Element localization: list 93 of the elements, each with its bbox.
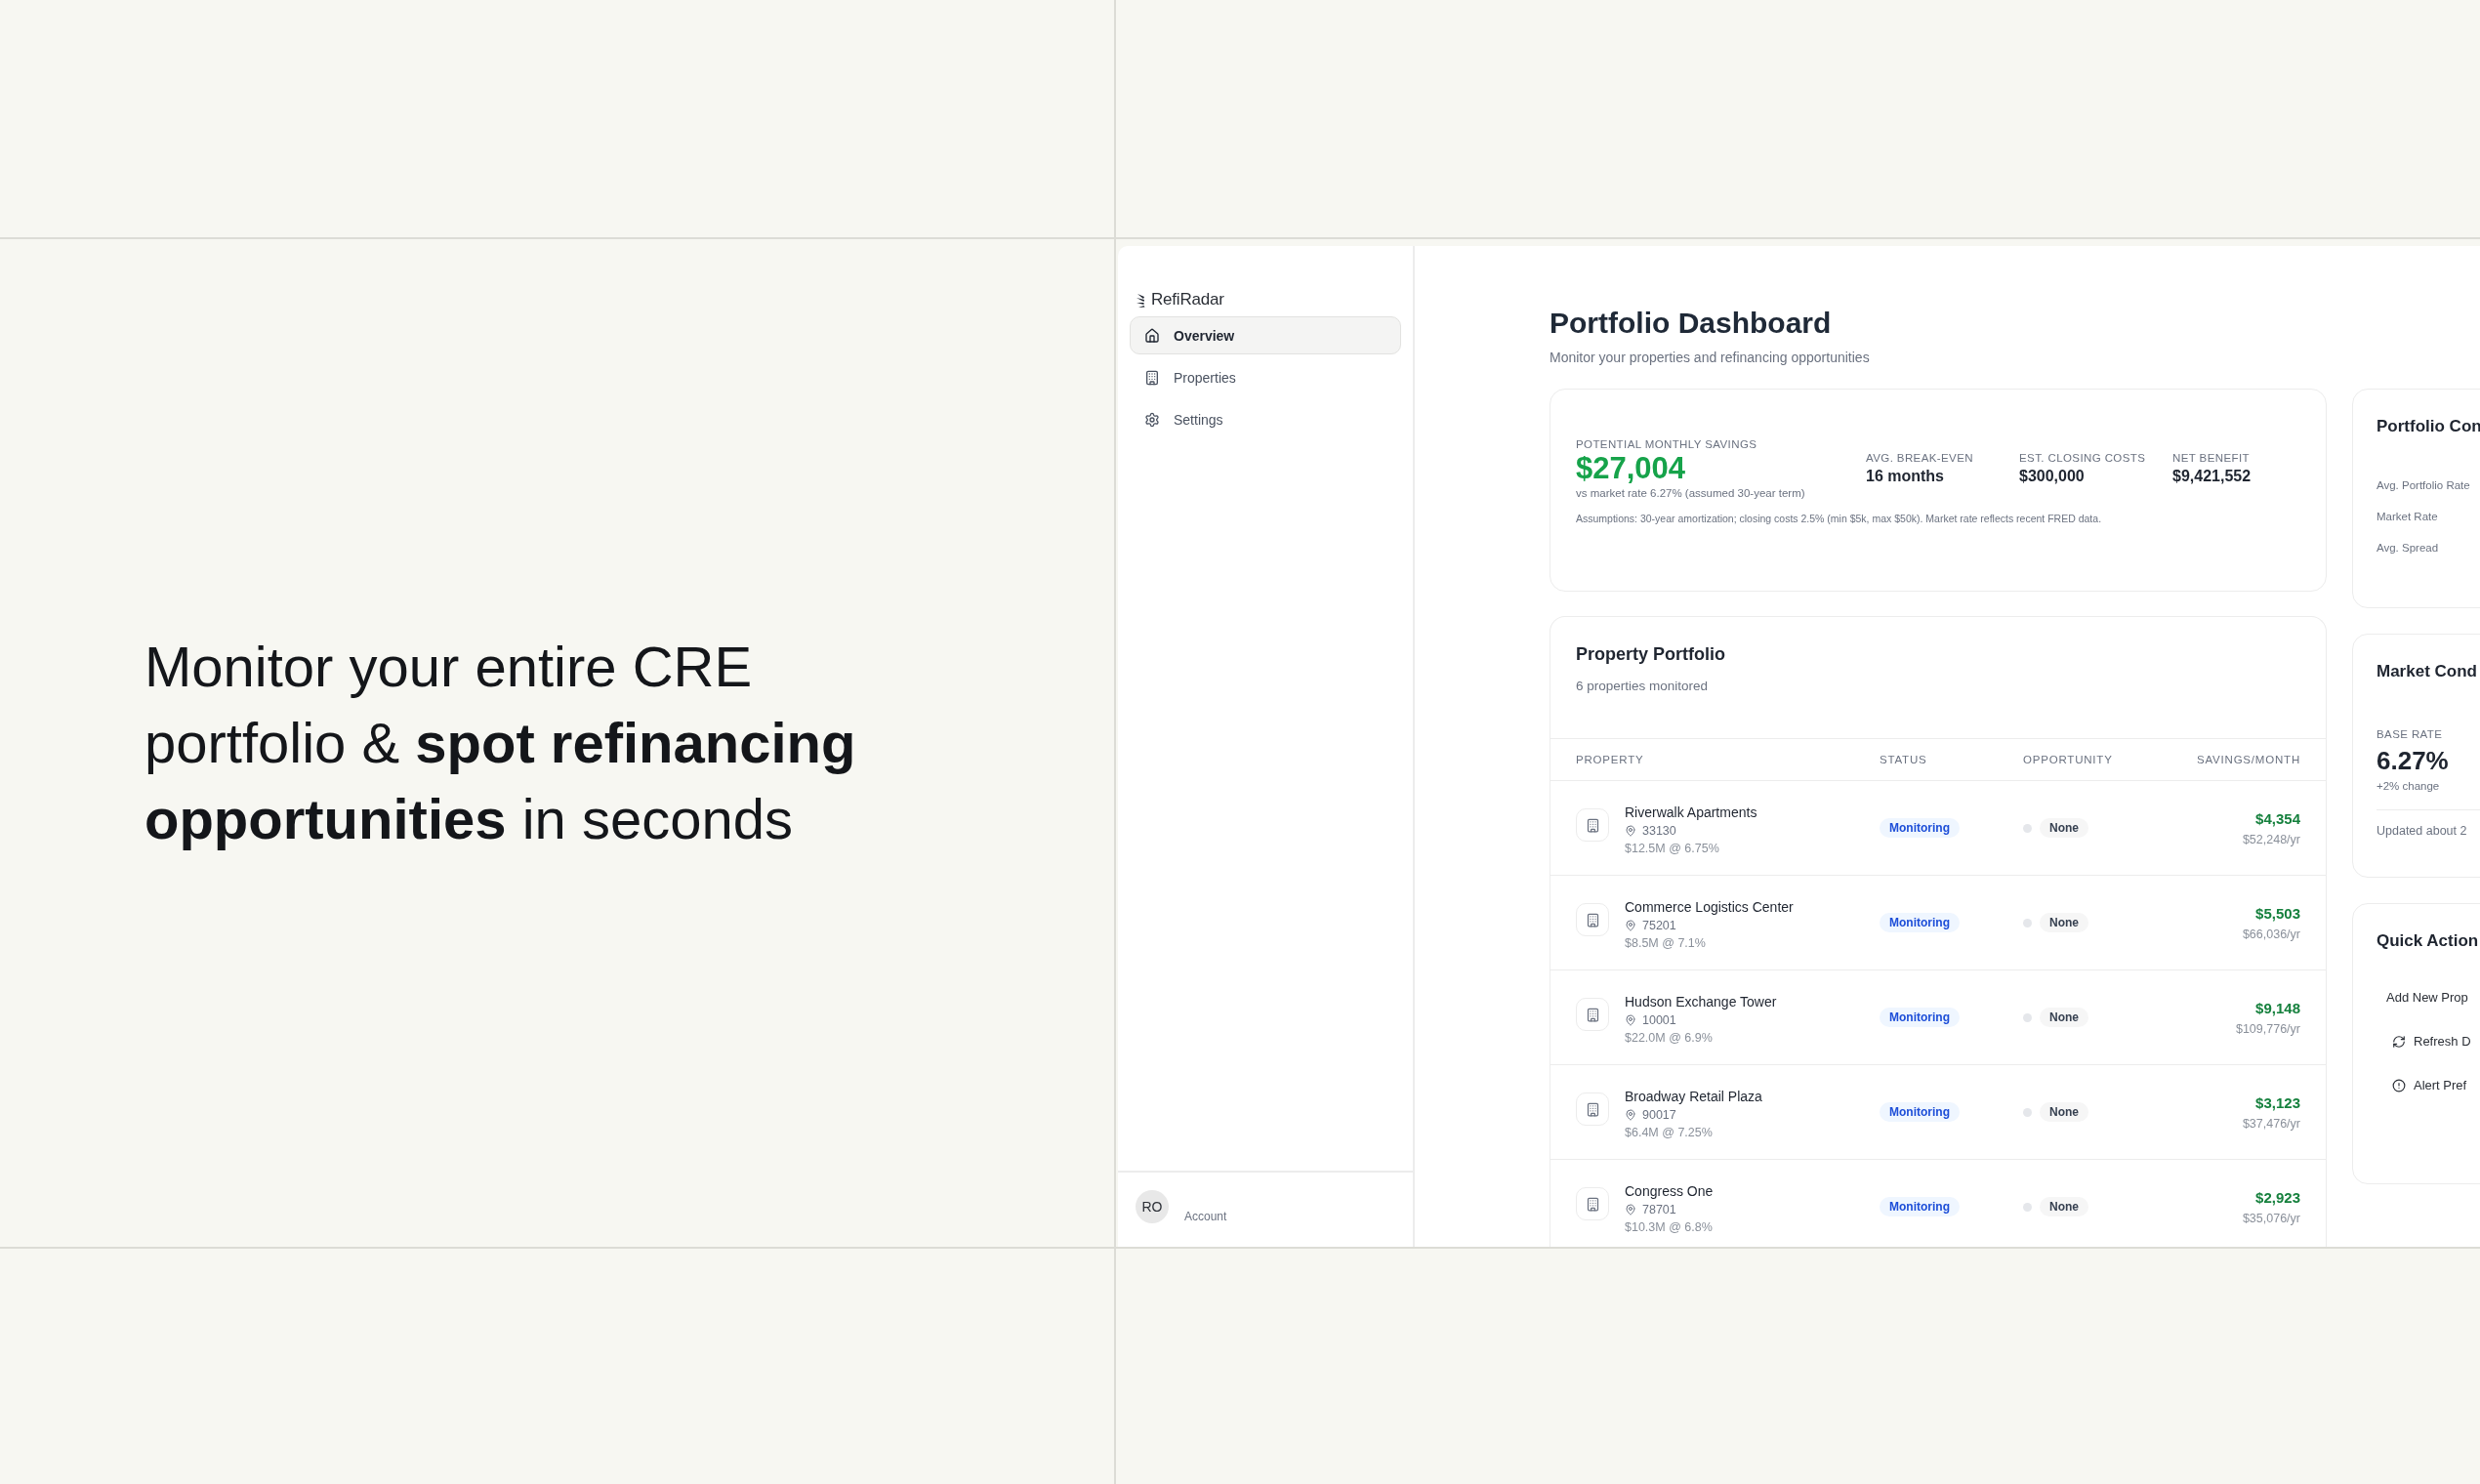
monthly-savings: $3,123 xyxy=(2255,1093,2300,1111)
property-name[interactable]: Riverwalk Apartments xyxy=(1625,804,1757,820)
savings-value: $27,004 xyxy=(1576,450,1687,487)
annual-savings: $35,076/yr xyxy=(2242,1211,2300,1225)
brand-name: RefiRadar xyxy=(1151,291,1224,309)
loan-info: $6.4M @ 7.25% xyxy=(1625,1126,1714,1139)
stat-label: NET BENEFIT xyxy=(2172,452,2251,464)
column-header: SAVINGS/MONTH xyxy=(2195,754,2300,765)
annual-savings: $109,776/yr xyxy=(2235,1021,2300,1036)
hero-headline: Monitor your entire CRE portfolio & spot refinancing opportunities in seconds xyxy=(145,634,857,852)
loan-info: $8.5M @ 7.1% xyxy=(1625,936,1707,950)
rate-change: +2% change xyxy=(2377,780,2441,792)
stat-label: POTENTIAL MONTHLY SAVINGS xyxy=(1576,438,1758,450)
status-badge: Monitoring xyxy=(1880,913,1960,932)
stat-label: BASE RATE xyxy=(2377,728,2444,740)
status-dot xyxy=(2023,1107,2032,1117)
column-header: PROPERTY xyxy=(1576,754,1645,765)
loan-info: $12.5M @ 6.75% xyxy=(1625,842,1720,855)
building-icon xyxy=(1576,903,1609,936)
status-dot xyxy=(2023,918,2032,928)
stat-value: 16 months xyxy=(1866,468,1945,485)
savings-note: vs market rate 6.27% (assumed 30-year term) xyxy=(1576,487,1806,499)
zip-code: 10001 xyxy=(1642,1013,1676,1027)
action-button[interactable]: Refresh D xyxy=(2392,1034,2480,1049)
status-badge: Monitoring xyxy=(1880,1102,1960,1122)
updated-time: Updated about 2 xyxy=(2377,824,2468,838)
zip-code: 90017 xyxy=(1642,1108,1676,1122)
settings-icon xyxy=(1144,411,1160,428)
monthly-savings: $5,503 xyxy=(2255,904,2300,922)
location-pin-icon xyxy=(1625,825,1636,837)
status-badge: Monitoring xyxy=(1880,818,1960,838)
nav-item[interactable]: Overview xyxy=(1130,316,1401,354)
monthly-savings: $4,354 xyxy=(2255,809,2300,827)
property-name[interactable]: Commerce Logistics Center xyxy=(1625,899,1794,915)
stat-label: AVG. BREAK-EVEN xyxy=(1866,452,1974,464)
annual-savings: $52,248/yr xyxy=(2242,832,2300,846)
loan-info: $22.0M @ 6.9% xyxy=(1625,1031,1714,1045)
property-name[interactable]: Congress One xyxy=(1625,1183,1714,1199)
base-rate-value: 6.27% xyxy=(2377,746,2450,776)
card-title: Property Portfolio xyxy=(1576,644,1726,665)
metric-label: Avg. Portfolio Rate xyxy=(2377,479,2471,491)
refresh-icon xyxy=(2392,1034,2406,1049)
annual-savings: $66,036/yr xyxy=(2242,927,2300,941)
annual-savings: $37,476/yr xyxy=(2242,1116,2300,1131)
metric-label: Avg. Spread xyxy=(2377,542,2440,554)
property-name[interactable]: Broadway Retail Plaza xyxy=(1625,1089,1762,1104)
page-subtitle: Monitor your properties and refinancing opportunities xyxy=(1550,350,1871,365)
location-pin-icon xyxy=(1625,1014,1636,1026)
nav-item[interactable]: Properties xyxy=(1130,358,1401,396)
nav-item[interactable]: Settings xyxy=(1130,400,1401,438)
page-title: Portfolio Dashboard xyxy=(1550,307,1833,340)
card-subtitle: 6 properties monitored xyxy=(1576,679,1710,693)
home-icon xyxy=(1144,327,1160,344)
location-pin-icon xyxy=(1625,1109,1636,1121)
opportunity-badge: None xyxy=(2040,1102,2088,1122)
card-title: Quick Action xyxy=(2377,931,2480,951)
building-icon xyxy=(1576,1187,1609,1220)
status-badge: Monitoring xyxy=(1880,1197,1960,1216)
stat-value: $9,421,552 xyxy=(2172,468,2253,485)
account-label: Account xyxy=(1184,1210,1227,1223)
status-badge: Monitoring xyxy=(1880,1008,1960,1027)
status-dot xyxy=(2023,1202,2032,1212)
opportunity-badge: None xyxy=(2040,913,2088,932)
card-title: Market Cond xyxy=(2377,662,2478,681)
opportunity-badge: None xyxy=(2040,1008,2088,1027)
loan-info: $10.3M @ 6.8% xyxy=(1625,1220,1714,1234)
avatar[interactable]: RO xyxy=(1136,1190,1169,1223)
stat-value: $300,000 xyxy=(2019,468,2086,485)
building-icon xyxy=(1576,808,1609,842)
metric-label: Market Rate xyxy=(2377,511,2439,522)
stat-label: EST. CLOSING COSTS xyxy=(2019,452,2147,464)
opportunity-badge: None xyxy=(2040,1197,2088,1216)
monthly-savings: $2,923 xyxy=(2255,1188,2300,1206)
action-button[interactable]: Alert Pref xyxy=(2392,1078,2480,1092)
status-dot xyxy=(2023,823,2032,833)
building-icon xyxy=(1576,1092,1609,1126)
zip-code: 75201 xyxy=(1642,919,1676,932)
location-pin-icon xyxy=(1625,920,1636,931)
assumptions-note: Assumptions: 30-year amortization; closing costs 2.5% (min $5k, max $50k). Market rate reflects recent FRED data. xyxy=(1576,513,2103,524)
card-title: Portfolio Con xyxy=(2377,417,2480,436)
status-dot xyxy=(2023,1012,2032,1022)
building-icon xyxy=(1144,369,1160,386)
building-icon xyxy=(1576,998,1609,1031)
zip-code: 78701 xyxy=(1642,1203,1676,1216)
column-header: STATUS xyxy=(1880,754,1928,765)
action-button[interactable]: Add New Prop xyxy=(2386,990,2480,1005)
monthly-savings: $9,148 xyxy=(2255,999,2300,1016)
location-pin-icon xyxy=(1625,1204,1636,1216)
property-name[interactable]: Hudson Exchange Tower xyxy=(1625,994,1777,1010)
zip-code: 33130 xyxy=(1642,824,1676,838)
column-header: OPPORTUNITY xyxy=(2023,754,2114,765)
opportunity-badge: None xyxy=(2040,818,2088,838)
alert-icon xyxy=(2392,1078,2406,1092)
